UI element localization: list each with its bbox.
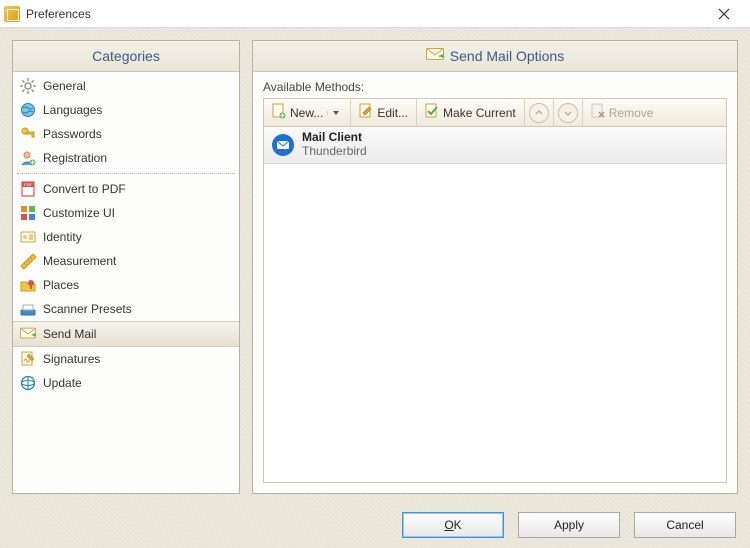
method-subtitle: Thunderbird: [302, 145, 367, 159]
user-add-icon: [19, 149, 37, 167]
category-item-places[interactable]: Places: [13, 273, 239, 297]
category-item-registration[interactable]: Registration: [13, 146, 239, 170]
methods-list[interactable]: Mail ClientThunderbird: [263, 126, 727, 483]
category-item-languages[interactable]: Languages: [13, 98, 239, 122]
cancel-label: Cancel: [666, 518, 703, 532]
options-body: Available Methods: New...: [253, 72, 737, 493]
options-panel: Send Mail Options Available Methods:: [252, 40, 738, 494]
ruler-icon: [19, 252, 37, 270]
category-label: Places: [43, 278, 233, 292]
category-label: Identity: [43, 230, 233, 244]
apply-button[interactable]: Apply: [518, 512, 620, 538]
arrow-up-icon: [529, 103, 549, 123]
category-item-passwords[interactable]: Passwords: [13, 122, 239, 146]
scanner-icon: [19, 300, 37, 318]
window-title: Preferences: [26, 7, 91, 21]
close-icon: [719, 9, 729, 19]
window-close-button[interactable]: [704, 0, 744, 28]
category-item-measurement[interactable]: Measurement: [13, 249, 239, 273]
arrow-down-icon: [558, 103, 578, 123]
category-label: Languages: [43, 103, 233, 117]
globe-icon: [19, 101, 37, 119]
category-item-general[interactable]: General: [13, 74, 239, 98]
folder-pin-icon: [19, 276, 37, 294]
category-item-update[interactable]: Update: [13, 371, 239, 395]
options-title: Send Mail Options: [450, 48, 564, 64]
chevron-down-icon: [333, 111, 339, 115]
method-text: Mail ClientThunderbird: [302, 131, 367, 159]
ok-rest: K: [454, 518, 462, 532]
category-label: Convert to PDF: [43, 182, 233, 196]
category-label: Registration: [43, 151, 233, 165]
mail-icon: [19, 325, 37, 343]
edit-method-button[interactable]: Edit...: [351, 99, 417, 126]
methods-toolbar: New... Edit...: [263, 98, 727, 126]
category-label: Scanner Presets: [43, 302, 233, 316]
categories-header: Categories: [13, 41, 239, 72]
available-methods-label: Available Methods:: [263, 80, 727, 94]
app-icon: [4, 6, 20, 22]
new-method-label: New...: [290, 106, 323, 120]
category-item-customize-ui[interactable]: Customize UI: [13, 201, 239, 225]
remove-page-icon: [591, 103, 605, 122]
categories-panel: Categories General Languages Passwords Regi…: [12, 40, 240, 494]
titlebar: Preferences: [0, 0, 750, 28]
remove-method-label: Remove: [609, 106, 654, 120]
dialog-footer: OK Apply Cancel: [0, 502, 750, 548]
content-area: Categories General Languages Passwords Regi…: [12, 40, 738, 494]
ok-mnemonic: O: [444, 518, 453, 532]
category-label: Customize UI: [43, 206, 233, 220]
categories-separator: [17, 173, 235, 174]
category-label: Send Mail: [43, 327, 233, 341]
cancel-button[interactable]: Cancel: [634, 512, 736, 538]
check-page-icon: [425, 103, 439, 122]
category-item-scanner-presets[interactable]: Scanner Presets: [13, 297, 239, 321]
id-card-icon: [19, 228, 37, 246]
method-row[interactable]: Mail ClientThunderbird: [264, 127, 726, 164]
new-method-button[interactable]: New...: [264, 99, 351, 126]
apply-label: Apply: [554, 518, 584, 532]
gear-icon: [19, 77, 37, 95]
key-icon: [19, 125, 37, 143]
update-icon: [19, 374, 37, 392]
window-body: Categories General Languages Passwords Regi…: [0, 28, 750, 548]
remove-method-button[interactable]: Remove: [583, 99, 662, 126]
svg-text:PDF: PDF: [24, 182, 33, 187]
new-page-icon: [272, 103, 286, 122]
category-label: Measurement: [43, 254, 233, 268]
category-label: Passwords: [43, 127, 233, 141]
category-label: Signatures: [43, 352, 233, 366]
category-label: General: [43, 79, 233, 93]
category-item-convert-to-pdf[interactable]: PDF Convert to PDF: [13, 177, 239, 201]
options-header: Send Mail Options: [253, 41, 737, 72]
method-title: Mail Client: [302, 131, 367, 145]
edit-page-icon: [359, 103, 373, 122]
categories-list[interactable]: General Languages Passwords Registration PDF…: [13, 72, 239, 493]
category-label: Update: [43, 376, 233, 390]
ok-button[interactable]: OK: [402, 512, 504, 538]
categories-title: Categories: [92, 48, 160, 64]
edit-method-label: Edit...: [377, 106, 408, 120]
signature-icon: [19, 350, 37, 368]
move-down-button[interactable]: [554, 99, 583, 126]
thunderbird-icon: [272, 134, 294, 156]
make-current-button[interactable]: Make Current: [417, 99, 525, 126]
make-current-label: Make Current: [443, 106, 516, 120]
pdf-icon: PDF: [19, 180, 37, 198]
category-item-send-mail[interactable]: Send Mail: [13, 321, 239, 347]
move-up-button[interactable]: [525, 99, 554, 126]
new-method-dropdown[interactable]: [327, 111, 342, 115]
category-item-signatures[interactable]: Signatures: [13, 347, 239, 371]
squares-icon: [19, 204, 37, 222]
category-item-identity[interactable]: Identity: [13, 225, 239, 249]
mail-icon: [426, 48, 444, 65]
